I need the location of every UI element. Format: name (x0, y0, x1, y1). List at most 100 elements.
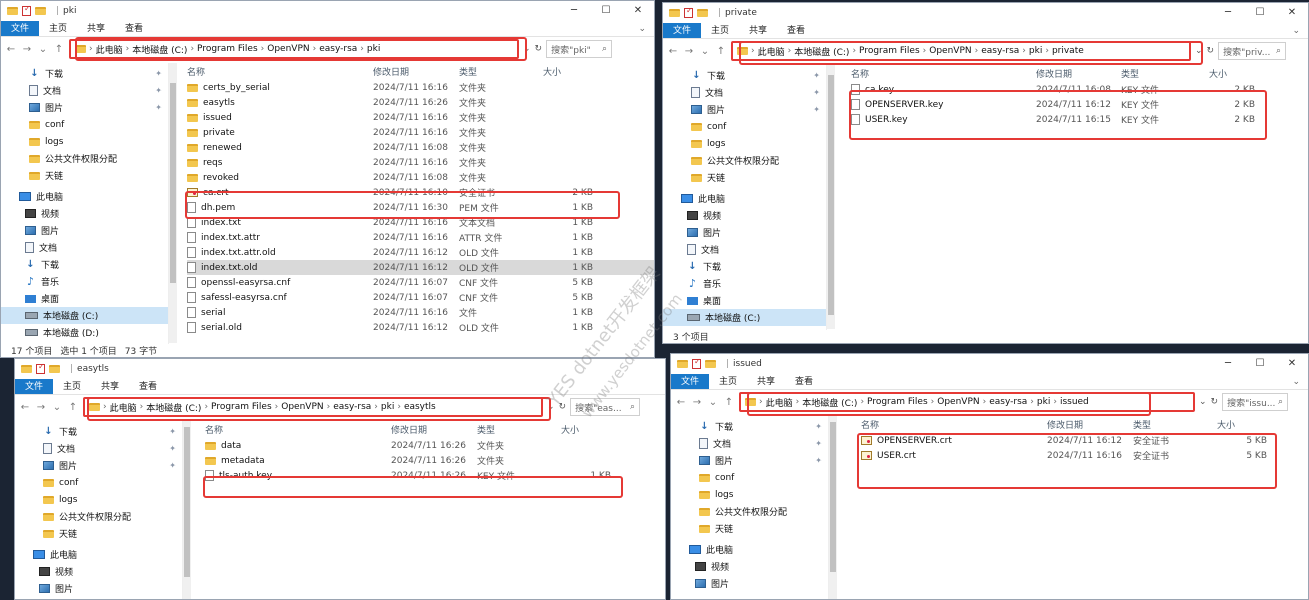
breadcrumb-item[interactable]: easytls (404, 402, 436, 412)
tab-share[interactable]: 共享 (747, 374, 785, 389)
breadcrumb-item[interactable]: 此电脑 (766, 396, 793, 409)
refresh-icon[interactable]: ↻ (1211, 397, 1219, 407)
expand-ribbon-icon[interactable]: ⌄ (1292, 374, 1308, 389)
breadcrumb-item[interactable]: 此电脑 (96, 43, 123, 56)
forward-icon[interactable]: → (35, 402, 47, 413)
properties-icon[interactable] (22, 4, 31, 16)
nav-item[interactable]: 此电脑 (15, 546, 182, 563)
tab-file[interactable]: 文件 (1, 21, 40, 36)
nav-item[interactable]: 公共文件权限分配 (663, 152, 826, 169)
address-dropdown-icon[interactable]: ⌄ (523, 44, 531, 54)
expand-ribbon-icon[interactable]: ⌄ (1292, 23, 1308, 38)
column-name-header[interactable]: 名称 (205, 423, 391, 436)
scrollbar-thumb[interactable] (184, 427, 190, 577)
tab-view[interactable]: 查看 (777, 23, 815, 38)
file-row[interactable]: easytls 2024/7/11 16:26 文件夹 (187, 95, 654, 110)
nav-item[interactable]: logs (663, 135, 826, 152)
nav-item[interactable]: conf (1, 116, 168, 133)
scrollbar-thumb[interactable] (170, 83, 176, 283)
nav-item[interactable]: conf (671, 469, 828, 486)
properties-icon[interactable] (684, 6, 693, 18)
nav-item[interactable]: 文档 ✦ (1, 82, 168, 99)
nav-item[interactable]: 桌面 (663, 292, 826, 309)
up-icon[interactable]: ↑ (53, 44, 65, 55)
breadcrumb-item[interactable]: OpenVPN (929, 46, 971, 56)
recent-dropdown-icon[interactable]: ⌄ (51, 402, 63, 413)
breadcrumb-item[interactable]: easy-rsa (981, 46, 1019, 56)
nav-item[interactable]: 天链 (663, 169, 826, 186)
breadcrumb-item[interactable]: easy-rsa (989, 397, 1027, 407)
breadcrumb-item[interactable]: pki (381, 402, 394, 412)
properties-icon[interactable] (692, 357, 701, 369)
file-row[interactable]: tls-auth.key 2024/7/11 16:26 KEY 文件 1 KB (205, 468, 665, 483)
breadcrumb-item[interactable]: Program Files (197, 44, 258, 54)
column-size-header[interactable]: 大小 (561, 423, 611, 436)
nav-item[interactable]: 公共文件权限分配 (1, 150, 168, 167)
up-icon[interactable]: ↑ (67, 402, 79, 413)
close-icon[interactable]: ✕ (1276, 354, 1308, 374)
column-size-header[interactable]: 大小 (543, 65, 593, 78)
nav-item[interactable]: 文档 (663, 241, 826, 258)
file-row[interactable]: OPENSERVER.crt 2024/7/11 16:12 安全证书 5 KB (861, 433, 1308, 448)
nav-item[interactable]: 文档 ✦ (671, 435, 828, 452)
up-icon[interactable]: ↑ (723, 397, 735, 408)
address-dropdown-icon[interactable]: ⌄ (547, 402, 555, 412)
column-name-header[interactable]: 名称 (861, 418, 1047, 431)
up-icon[interactable]: ↑ (715, 46, 727, 57)
back-icon[interactable]: ← (5, 44, 17, 55)
breadcrumb-item[interactable]: issued (1060, 397, 1089, 407)
recent-dropdown-icon[interactable]: ⌄ (699, 46, 711, 57)
nav-item[interactable]: ↓ 下载 (663, 258, 826, 275)
nav-item[interactable]: 桌面 (1, 290, 168, 307)
tab-view[interactable]: 查看 (115, 21, 153, 36)
breadcrumb-item[interactable]: private (1052, 46, 1084, 56)
breadcrumb-item[interactable]: 本地磁盘 (C:) (132, 43, 187, 56)
nav-item[interactable]: ↓ 下载 ✦ (663, 67, 826, 84)
column-type-header[interactable]: 类型 (1133, 418, 1217, 431)
tab-file[interactable]: 文件 (671, 374, 710, 389)
tab-file[interactable]: 文件 (15, 379, 54, 394)
file-row[interactable]: dh.pem 2024/7/11 16:30 PEM 文件 1 KB (187, 200, 654, 215)
nav-item[interactable]: 天链 (671, 520, 828, 537)
new-folder-icon[interactable] (705, 360, 716, 368)
forward-icon[interactable]: → (21, 44, 33, 55)
file-row[interactable]: USER.key 2024/7/11 16:15 KEY 文件 2 KB (851, 112, 1308, 127)
nav-scrollbar[interactable] (183, 421, 191, 599)
column-name-header[interactable]: 名称 (851, 67, 1036, 80)
back-icon[interactable]: ← (19, 402, 31, 413)
nav-item[interactable]: conf (663, 118, 826, 135)
address-bar[interactable]: › 此电脑 › 本地磁盘 (C:) › Program Files › Open… (731, 41, 1191, 61)
breadcrumb-item[interactable]: 本地磁盘 (C:) (794, 45, 849, 58)
nav-item[interactable]: 视频 (663, 207, 826, 224)
breadcrumb-item[interactable]: pki (1037, 397, 1050, 407)
nav-item[interactable]: 此电脑 (671, 541, 828, 558)
column-date-header[interactable]: 修改日期 (391, 423, 477, 436)
nav-item[interactable]: ♪ 音乐 (1, 273, 168, 290)
refresh-icon[interactable]: ↻ (559, 402, 567, 412)
file-row[interactable]: data 2024/7/11 16:26 文件夹 (205, 438, 665, 453)
nav-item[interactable]: ↓ 下载 (1, 256, 168, 273)
tab-home[interactable]: 主页 (709, 374, 747, 389)
nav-item[interactable]: logs (1, 133, 168, 150)
breadcrumb-item[interactable]: 此电脑 (110, 401, 137, 414)
minimize-icon[interactable]: ─ (1212, 3, 1244, 23)
back-icon[interactable]: ← (667, 46, 679, 57)
tab-file[interactable]: 文件 (663, 23, 702, 38)
nav-item[interactable]: 此电脑 (663, 190, 826, 207)
column-date-header[interactable]: 修改日期 (373, 65, 459, 78)
nav-scrollbar[interactable] (169, 63, 177, 343)
file-row[interactable]: index.txt.attr.old 2024/7/11 16:12 OLD 文件 1… (187, 245, 654, 260)
tab-share[interactable]: 共享 (739, 23, 777, 38)
file-row[interactable]: renewed 2024/7/11 16:08 文件夹 (187, 140, 654, 155)
nav-item[interactable]: 图片 (1, 222, 168, 239)
search-input[interactable]: 搜索"eas... ⌕ (570, 398, 641, 416)
nav-item[interactable]: 图片 ✦ (663, 101, 826, 118)
file-row[interactable]: reqs 2024/7/11 16:16 文件夹 (187, 155, 654, 170)
recent-dropdown-icon[interactable]: ⌄ (707, 397, 719, 408)
file-row[interactable]: revoked 2024/7/11 16:08 文件夹 (187, 170, 654, 185)
file-row[interactable]: certs_by_serial 2024/7/11 16:16 文件夹 (187, 80, 654, 95)
breadcrumb-item[interactable]: 此电脑 (758, 45, 785, 58)
nav-scrollbar[interactable] (829, 416, 837, 599)
back-icon[interactable]: ← (675, 397, 687, 408)
file-row[interactable]: safessl-easyrsa.cnf 2024/7/11 16:07 CNF 文件… (187, 290, 654, 305)
